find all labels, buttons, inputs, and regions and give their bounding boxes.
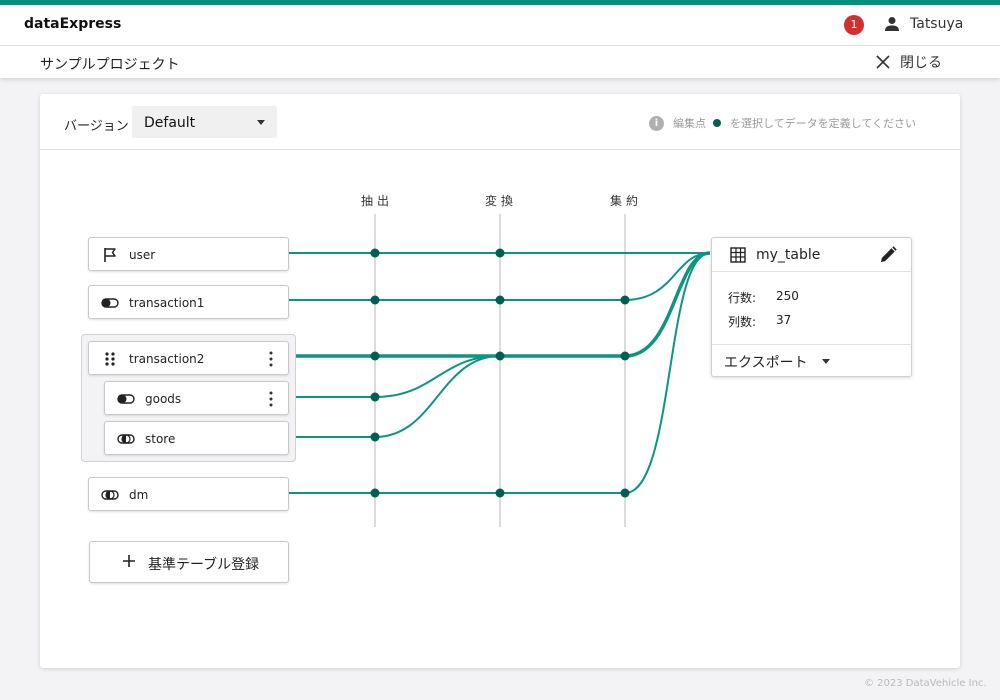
source-node-goods[interactable]: goods xyxy=(104,381,289,415)
edit-point[interactable] xyxy=(495,248,505,258)
cols-label: 列数: xyxy=(728,315,757,329)
output-table-header: my_table xyxy=(712,238,911,272)
edit-point[interactable] xyxy=(370,488,380,498)
flag-icon xyxy=(104,248,116,262)
source-label: store xyxy=(145,432,176,446)
column-label-aggregate: 集約 xyxy=(610,194,643,208)
edit-point[interactable] xyxy=(370,432,380,442)
edit-point[interactable] xyxy=(495,295,505,305)
source-node-dm[interactable]: dm xyxy=(88,477,289,511)
export-dropdown[interactable]: エクスポート xyxy=(712,344,911,376)
caret-down-icon xyxy=(822,359,830,364)
add-base-table-label: 基準テーブル登録 xyxy=(148,557,260,573)
half-circle-icon xyxy=(117,434,135,444)
edit-point[interactable] xyxy=(370,351,380,361)
source-label: transaction1 xyxy=(129,296,205,310)
export-label: エクスポート xyxy=(724,355,808,371)
more-vert-icon[interactable] xyxy=(264,349,278,369)
half-circle-icon xyxy=(101,490,119,500)
flow-line-goods xyxy=(289,355,501,398)
edit-point[interactable] xyxy=(495,351,505,361)
cols-value: 37 xyxy=(776,313,792,327)
source-node-transaction2[interactable]: transaction2 xyxy=(88,341,289,375)
more-vert-icon[interactable] xyxy=(264,389,278,409)
add-base-table-button[interactable]: 基準テーブル登録 xyxy=(89,541,289,583)
rows-value: 250 xyxy=(776,289,799,303)
source-label: transaction2 xyxy=(129,352,205,366)
source-label: dm xyxy=(129,488,149,502)
column-label-extract: 抽出 xyxy=(361,194,394,208)
copyright: © 2023 DataVehicle Inc. xyxy=(864,678,987,689)
source-node-user[interactable]: user xyxy=(88,237,289,271)
edit-point[interactable] xyxy=(495,488,505,498)
source-label: user xyxy=(129,248,156,262)
drag-handle-icon xyxy=(105,352,115,366)
source-label: goods xyxy=(145,392,182,406)
edit-point[interactable] xyxy=(370,295,380,305)
source-node-transaction1[interactable]: transaction1 xyxy=(88,285,289,319)
plus-icon xyxy=(123,555,135,567)
edit-point[interactable] xyxy=(370,248,380,258)
edit-point[interactable] xyxy=(620,295,630,305)
table-icon xyxy=(730,247,746,263)
edit-point[interactable] xyxy=(370,392,380,402)
toggle-icon xyxy=(117,394,135,404)
edit-point[interactable] xyxy=(620,351,630,361)
edit-icon[interactable] xyxy=(878,245,898,265)
output-table-name: my_table xyxy=(756,247,821,263)
toggle-icon xyxy=(101,298,119,308)
column-label-transform: 変換 xyxy=(485,194,518,208)
rows-label: 行数: xyxy=(728,291,757,305)
source-node-store[interactable]: store xyxy=(104,421,289,455)
edit-point[interactable] xyxy=(620,488,630,498)
output-table-card[interactable]: my_table 行数: 250 列数: 37 エクスポート xyxy=(711,237,912,377)
